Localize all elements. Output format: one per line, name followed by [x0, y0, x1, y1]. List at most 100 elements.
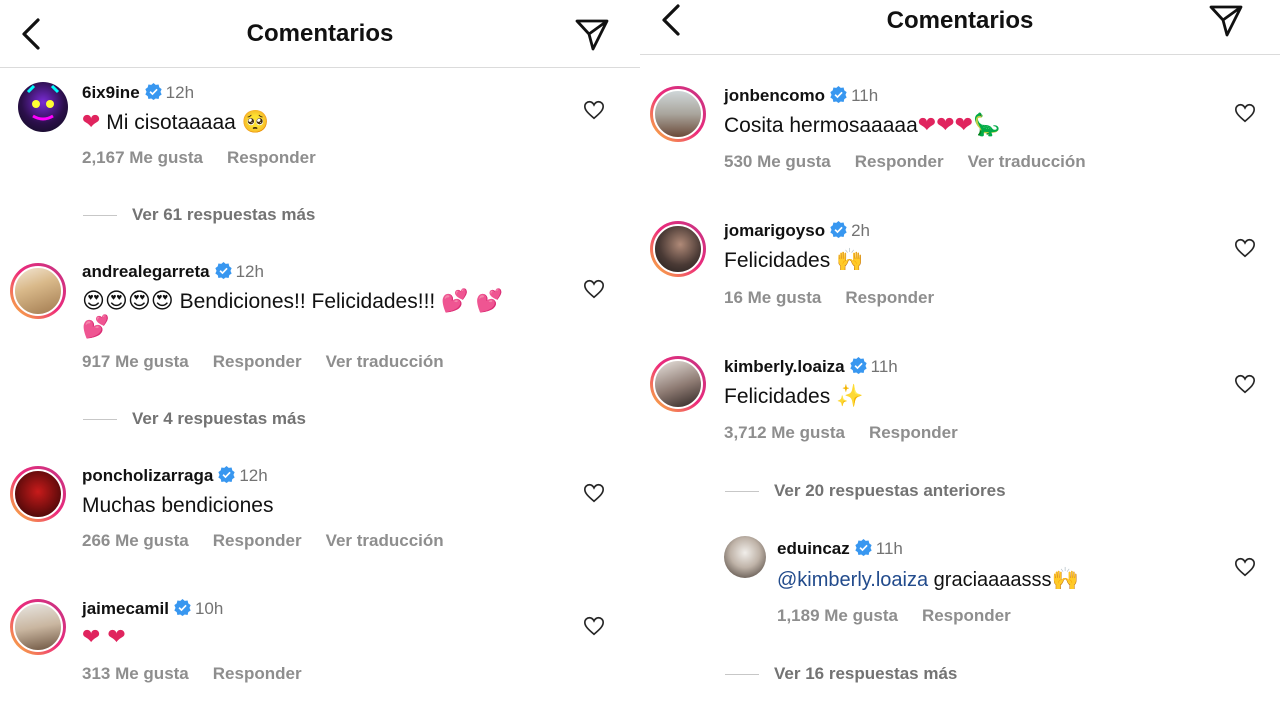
username[interactable]: jaimecamil: [82, 599, 169, 618]
heart-outline-icon[interactable]: [1234, 102, 1256, 124]
comment-header: poncholizarraga 12h: [82, 466, 268, 486]
comment-actions: 530 Me gusta Responder Ver traducción: [724, 152, 1110, 172]
comment-text: 😍😍😍😍 Bendiciones!! Felicidades!!! 💕 💕: [82, 288, 503, 316]
replies-label: Ver 61 respuestas más: [132, 205, 316, 224]
avatar-image: [26, 84, 60, 121]
likes-count[interactable]: 313 Me gusta: [82, 664, 189, 683]
heart-outline-icon[interactable]: [583, 615, 605, 637]
comment-body: Mi cisotaaaaa: [106, 111, 236, 134]
heart-outline-icon[interactable]: [1234, 237, 1256, 259]
comment-text: ❤ ❤: [82, 624, 126, 652]
verified-badge-icon: [144, 83, 162, 100]
page-title: Comentarios: [886, 7, 1034, 34]
sauropod-emoji: 🦕: [973, 113, 1001, 138]
username[interactable]: eduincaz: [777, 539, 850, 558]
header: Comentarios: [640, 0, 1280, 55]
reply-button[interactable]: Responder: [213, 664, 302, 683]
likes-count[interactable]: 2,167 Me gusta: [82, 148, 203, 167]
share-button[interactable]: [574, 16, 610, 52]
two-hearts-emoji: 💕: [82, 315, 110, 340]
comment-actions: 917 Me gusta Responder Ver traducción: [82, 352, 468, 372]
comment-body: Cosita hermosaaaaa: [724, 114, 918, 137]
view-more-replies[interactable]: Ver 61 respuestas más: [83, 205, 315, 225]
reply-button[interactable]: Responder: [845, 288, 934, 307]
avatar[interactable]: [650, 356, 706, 412]
view-more-replies[interactable]: Ver 16 respuestas más: [725, 664, 957, 684]
mention-link[interactable]: @kimberly.loaiza: [777, 569, 928, 591]
comment-text: Cosita hermosaaaaa❤❤❤🦕: [724, 112, 1001, 140]
raising-hands-emoji: 🙌: [836, 248, 864, 273]
comment-time: 2h: [851, 221, 871, 240]
replies-divider: [725, 674, 759, 676]
reply-button[interactable]: Responder: [213, 531, 302, 550]
replies-label: Ver 20 respuestas anteriores: [774, 481, 1006, 500]
comment-time: 11h: [870, 357, 898, 376]
replies-divider: [725, 491, 759, 493]
comment-time: 12h: [165, 83, 195, 102]
replies-label: Ver 16 respuestas más: [774, 664, 958, 683]
reply-button[interactable]: Responder: [855, 152, 944, 171]
comment-body: Felicidades: [724, 249, 831, 272]
heart-outline-icon[interactable]: [583, 278, 605, 300]
avatar[interactable]: [724, 536, 766, 578]
reply-button[interactable]: Responder: [922, 606, 1011, 625]
comment-text: Felicidades ✨: [724, 383, 863, 411]
verified-badge-icon: [849, 357, 867, 374]
view-more-replies[interactable]: Ver 4 respuestas más: [83, 409, 306, 429]
username[interactable]: kimberly.loaiza: [724, 357, 845, 376]
page-title: Comentarios: [246, 20, 394, 47]
comment-header: kimberly.loaiza 11h: [724, 357, 898, 377]
avatar[interactable]: [650, 221, 706, 277]
two-hearts-emoji: 💕 💕: [441, 289, 503, 314]
verified-badge-icon: [830, 86, 847, 103]
comment-time: 10h: [194, 599, 224, 618]
translate-button[interactable]: Ver traducción: [326, 352, 444, 371]
comment-header: andrealegarreta 12h: [82, 262, 264, 282]
heart-outline-icon[interactable]: [583, 99, 605, 121]
heart-outline-icon[interactable]: [1234, 373, 1256, 395]
replies-divider: [83, 419, 117, 421]
comment-header: jonbencomo 11h: [724, 86, 878, 106]
comment-text: @kimberly.loaiza graciaaaasss🙌: [777, 566, 1079, 594]
verified-badge-icon: [218, 466, 235, 483]
red-heart-emoji: ❤❤❤: [917, 113, 974, 138]
avatar[interactable]: [18, 82, 68, 132]
replies-divider: [83, 215, 117, 217]
reply-button[interactable]: Responder: [869, 423, 958, 442]
comment-header: eduincaz 11h: [777, 539, 903, 559]
likes-count[interactable]: 1,189 Me gusta: [777, 606, 898, 625]
likes-count[interactable]: 266 Me gusta: [82, 531, 189, 550]
translate-button[interactable]: Ver traducción: [968, 152, 1086, 171]
heart-outline-icon[interactable]: [1234, 556, 1256, 578]
reply-button[interactable]: Responder: [227, 148, 316, 167]
likes-count[interactable]: 16 Me gusta: [724, 288, 821, 307]
reply-button[interactable]: Responder: [213, 352, 302, 371]
heart-outline-icon[interactable]: [583, 482, 605, 504]
avatar[interactable]: [650, 86, 706, 142]
comment-time: 11h: [875, 539, 903, 558]
username[interactable]: andrealegarreta: [82, 262, 210, 281]
verified-badge-icon: [174, 599, 191, 616]
likes-count[interactable]: 530 Me gusta: [724, 152, 831, 171]
avatar[interactable]: [10, 263, 66, 319]
paper-plane-icon: [575, 19, 609, 51]
translate-button[interactable]: Ver traducción: [326, 531, 444, 550]
comments-panel-left: Comentarios 6ix9ine 12h ❤ Mi cisotaaaaa 🥺…: [0, 0, 640, 720]
comment-actions: 2,167 Me gusta Responder: [82, 148, 340, 168]
avatar[interactable]: [10, 599, 66, 655]
comment-header: jaimecamil 10h: [82, 599, 223, 619]
avatar[interactable]: [10, 466, 66, 522]
username[interactable]: 6ix9ine: [82, 83, 140, 102]
comment-actions: 313 Me gusta Responder: [82, 664, 326, 684]
username[interactable]: jonbencomo: [724, 86, 825, 105]
likes-count[interactable]: 917 Me gusta: [82, 352, 189, 371]
header: Comentarios: [0, 0, 640, 68]
username[interactable]: poncholizarraga: [82, 466, 213, 485]
red-heart-emoji: ❤: [82, 110, 101, 135]
view-earlier-replies[interactable]: Ver 20 respuestas anteriores: [725, 481, 1006, 501]
username[interactable]: jomarigoyso: [724, 221, 825, 240]
likes-count[interactable]: 3,712 Me gusta: [724, 423, 845, 442]
comment-actions: 1,189 Me gusta Responder: [777, 606, 1035, 626]
share-button[interactable]: [1208, 2, 1244, 38]
comment-text: Felicidades 🙌: [724, 247, 863, 275]
